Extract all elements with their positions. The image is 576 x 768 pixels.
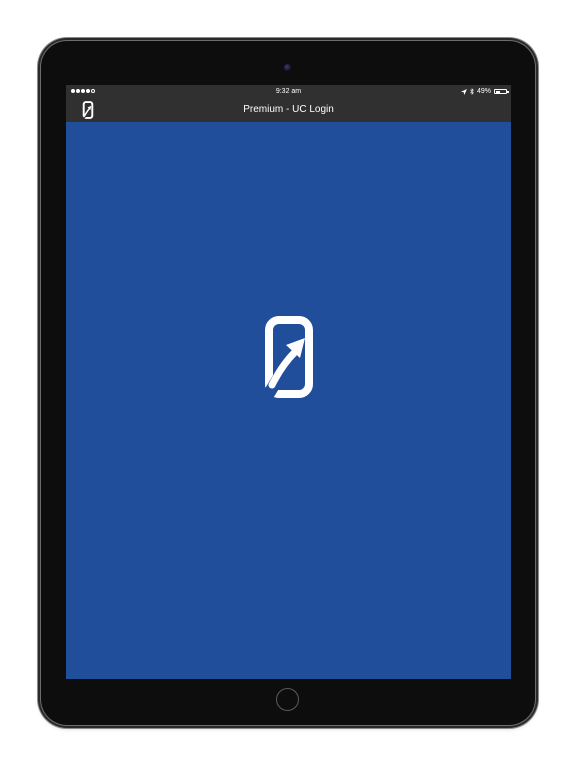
battery-icon (494, 89, 509, 94)
app-logo-icon (264, 316, 313, 399)
page-title: Premium - UC Login (243, 104, 334, 115)
navigation-bar: Premium - UC Login (66, 98, 511, 122)
bluetooth-icon (470, 88, 474, 95)
tablet-device-frame: 9:32 am 49% Premium - UC Login (41, 41, 535, 725)
front-camera (284, 64, 291, 71)
status-indicators: 49% (460, 85, 509, 98)
location-arrow-icon (460, 88, 467, 95)
status-bar: 9:32 am 49% (66, 85, 511, 98)
home-button[interactable] (276, 688, 299, 711)
status-time: 9:32 am (275, 88, 302, 95)
battery-percent: 49% (476, 88, 491, 95)
app-screen: 9:32 am 49% Premium - UC Login (66, 85, 511, 679)
